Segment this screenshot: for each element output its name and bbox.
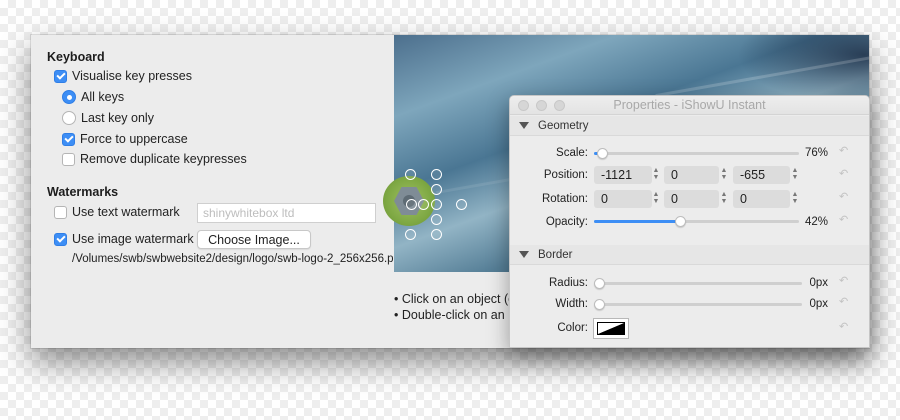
force-uppercase-label: Force to uppercase — [80, 132, 188, 146]
scale-label: Scale: — [556, 147, 588, 159]
resize-handle-bottom[interactable] — [431, 214, 442, 225]
text-watermark-label: Use text watermark — [72, 205, 180, 219]
force-uppercase-row[interactable]: Force to uppercase — [62, 132, 188, 146]
resize-handle-bottom-right[interactable] — [431, 229, 442, 240]
color-label: Color: — [557, 322, 588, 334]
opacity-reset-icon[interactable]: ↶ — [839, 215, 849, 226]
radius-reset-icon[interactable]: ↶ — [839, 276, 849, 287]
opacity-slider-knob[interactable] — [675, 216, 686, 227]
visualise-key-presses-label: Visualise key presses — [72, 69, 192, 83]
resize-handle-right[interactable] — [456, 199, 467, 210]
position-y-field[interactable]: 0 — [664, 166, 719, 184]
color-swatch — [597, 322, 625, 335]
resize-handle-left[interactable] — [406, 199, 417, 210]
last-key-only-row[interactable]: Last key only — [62, 111, 154, 125]
properties-title: Properties - iShowU Instant — [613, 98, 766, 112]
opacity-value: 42% — [804, 216, 828, 228]
image-watermark-checkbox[interactable] — [54, 232, 67, 246]
color-reset-icon[interactable]: ↶ — [839, 322, 849, 333]
resize-handle-top-left[interactable] — [405, 169, 416, 180]
minimize-button[interactable] — [536, 100, 547, 111]
scale-slider-knob[interactable] — [597, 148, 608, 159]
all-keys-radio[interactable] — [62, 90, 76, 104]
border-header-label: Border — [538, 248, 573, 261]
text-watermark-checkbox[interactable] — [54, 205, 67, 219]
all-keys-label: All keys — [81, 90, 125, 104]
instructions: • Click on an object (e • Double-click o… — [394, 291, 515, 323]
visualise-key-presses-row[interactable]: Visualise key presses — [54, 69, 192, 83]
visualise-key-presses-checkbox[interactable] — [54, 69, 67, 83]
text-watermark-row[interactable]: Use text watermark — [54, 205, 180, 219]
all-keys-row[interactable]: All keys — [62, 90, 124, 104]
zoom-button[interactable] — [554, 100, 565, 111]
width-slider-knob[interactable] — [594, 299, 605, 310]
radius-value: 0px — [809, 277, 828, 289]
width-label: Width: — [555, 298, 588, 310]
disclosure-triangle-icon[interactable] — [519, 251, 529, 258]
width-reset-icon[interactable]: ↶ — [839, 297, 849, 308]
disclosure-triangle-icon[interactable] — [519, 122, 529, 129]
rotation-z-stepper[interactable]: ▲ ▼ — [791, 191, 799, 207]
remove-duplicate-checkbox[interactable] — [62, 152, 75, 166]
image-watermark-row[interactable]: Use image watermark — [54, 232, 194, 246]
geometry-section-header[interactable]: Geometry — [510, 116, 869, 136]
position-reset-icon[interactable]: ↶ — [839, 169, 849, 180]
remove-duplicate-row[interactable]: Remove duplicate keypresses — [62, 152, 247, 166]
settings-panel: Keyboard Visualise key presses All keys … — [31, 35, 406, 348]
border-color-well[interactable] — [593, 318, 629, 339]
opacity-slider[interactable] — [594, 216, 799, 227]
resize-handle-top[interactable] — [431, 184, 442, 195]
width-value: 0px — [809, 298, 828, 310]
force-uppercase-checkbox[interactable] — [62, 132, 75, 146]
watermark-logo[interactable] — [376, 169, 467, 240]
remove-duplicate-label: Remove duplicate keypresses — [80, 152, 247, 166]
rotate-handle[interactable] — [418, 199, 429, 210]
radius-slider-knob[interactable] — [594, 278, 605, 289]
last-key-only-label: Last key only — [81, 111, 154, 125]
width-slider[interactable] — [594, 299, 802, 310]
radius-label: Radius: — [549, 277, 588, 289]
resize-handle-bottom-left[interactable] — [405, 229, 416, 240]
opacity-slider-fill — [594, 220, 680, 223]
radius-slider[interactable] — [594, 278, 802, 289]
properties-titlebar[interactable]: Properties - iShowU Instant — [510, 96, 869, 115]
scale-value: 76% — [804, 147, 828, 159]
close-button[interactable] — [518, 100, 529, 111]
rotation-y-stepper[interactable]: ▲ ▼ — [720, 191, 728, 207]
opacity-label: Opacity: — [545, 216, 588, 228]
position-label: Position: — [543, 169, 588, 181]
scale-slider[interactable] — [594, 148, 799, 159]
rotation-x-stepper[interactable]: ▲ ▼ — [652, 191, 660, 207]
properties-window: Properties - iShowU Instant Geometry Sca… — [509, 95, 870, 348]
resize-handle-top-right[interactable] — [431, 169, 442, 180]
instruction-line-2: • Double-click on an — [394, 308, 505, 322]
keyboard-section-title: Keyboard — [47, 50, 105, 64]
position-z-stepper[interactable]: ▲ ▼ — [791, 167, 799, 183]
rotation-label: Rotation: — [541, 193, 588, 205]
rotation-x-field[interactable]: 0 — [594, 190, 652, 208]
rotation-reset-icon[interactable]: ↶ — [839, 192, 849, 203]
watermark-text-input[interactable]: shinywhitebox ltd — [197, 203, 376, 223]
rotation-y-field[interactable]: 0 — [664, 190, 719, 208]
position-z-field[interactable]: -655 — [733, 166, 790, 184]
last-key-only-radio[interactable] — [62, 111, 76, 125]
rotation-z-field[interactable]: 0 — [733, 190, 790, 208]
choose-image-button[interactable]: Choose Image... — [197, 230, 311, 249]
geometry-header-label: Geometry — [538, 119, 589, 132]
instruction-line-1: • Click on an object (e — [394, 292, 516, 306]
scale-reset-icon[interactable]: ↶ — [839, 146, 849, 157]
position-y-stepper[interactable]: ▲ ▼ — [720, 167, 728, 183]
watermarks-section-title: Watermarks — [47, 185, 119, 199]
position-x-field[interactable]: -1121 — [594, 166, 652, 184]
border-section-header[interactable]: Border — [510, 245, 869, 265]
watermark-image-path: /Volumes/swb/swbwebsite2/design/logo/swb… — [72, 253, 407, 265]
image-watermark-label: Use image watermark — [72, 232, 194, 246]
resize-handle-center[interactable] — [431, 199, 442, 210]
position-x-stepper[interactable]: ▲ ▼ — [652, 167, 660, 183]
